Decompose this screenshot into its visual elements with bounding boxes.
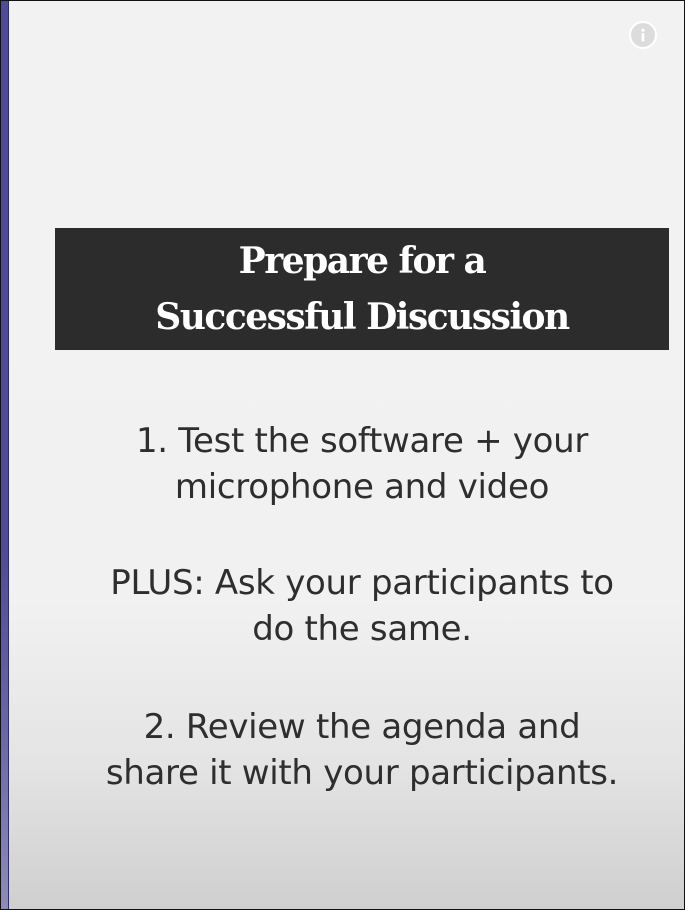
video-frame: Prepare for a Successful Discussion 1. T… <box>0 0 685 910</box>
slide-title-line-1: Prepare for a <box>238 240 487 282</box>
step-1-line-2: microphone and video <box>174 467 550 507</box>
step-1-text: 1. Test the software + your microphone a… <box>55 418 669 510</box>
info-button[interactable] <box>629 21 657 49</box>
plus-text: PLUS: Ask your participants to do the sa… <box>55 560 669 652</box>
info-icon <box>634 26 652 44</box>
plus-line-2: do the same. <box>252 609 472 649</box>
left-accent-bar <box>1 1 9 909</box>
step-2-line-1: 2. Review the agenda and <box>143 707 581 747</box>
step-1-line-1: 1. Test the software + your <box>135 421 589 461</box>
slide-title-line-2: Successful Discussion <box>155 296 570 338</box>
plus-line-1: PLUS: Ask your participants to <box>110 563 614 603</box>
slide-title-band: Prepare for a Successful Discussion <box>55 228 669 350</box>
step-2-text: 2. Review the agenda and share it with y… <box>55 704 669 796</box>
step-2-line-2: share it with your participants. <box>105 753 619 793</box>
